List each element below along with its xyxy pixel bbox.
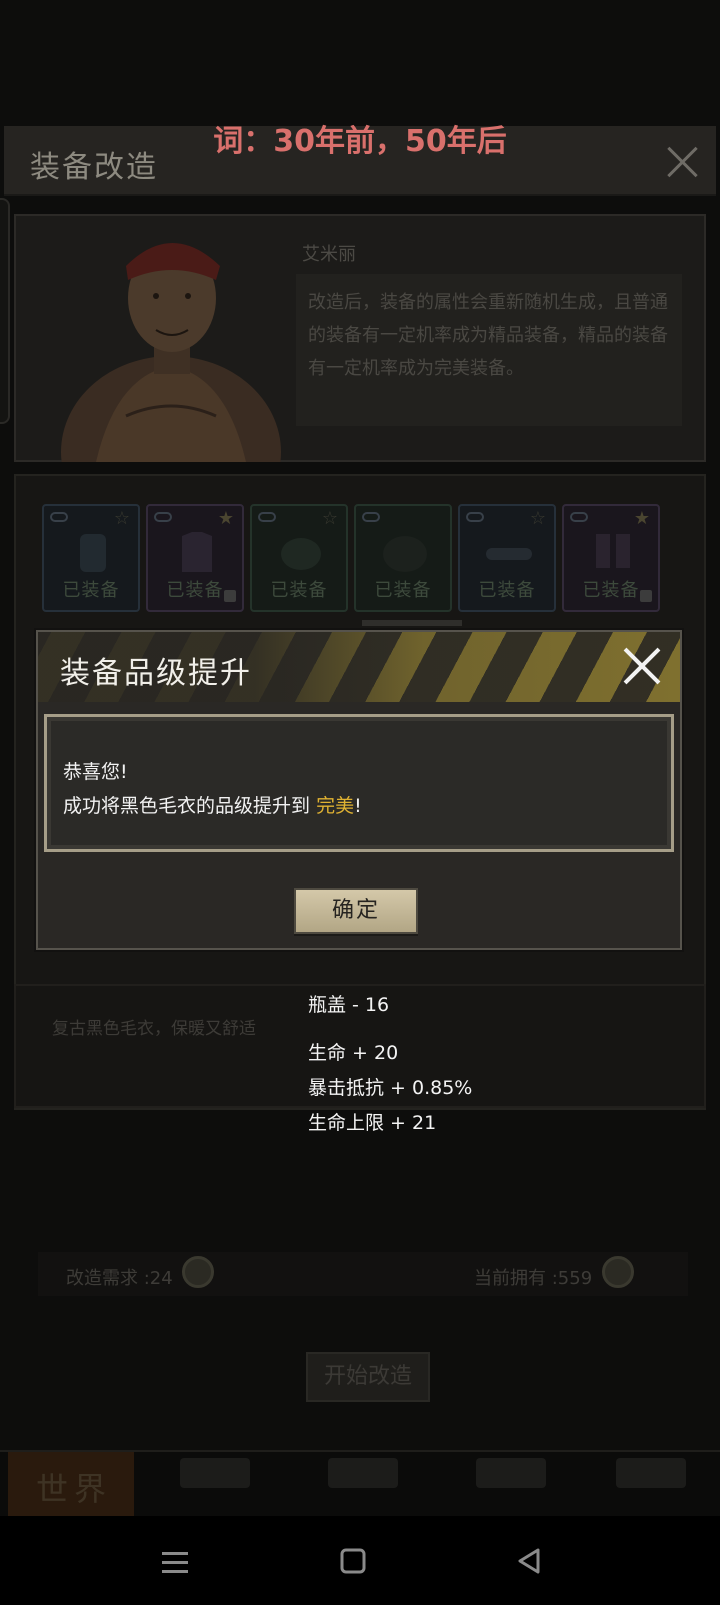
armor-icon — [383, 536, 427, 572]
tag-icon — [50, 512, 68, 522]
tag-icon — [258, 512, 276, 522]
star-icon: ☆ — [113, 508, 130, 529]
item-description: 复古黑色毛衣，保暖又舒适 — [52, 1019, 256, 1039]
bottom-nav: 世界 — [0, 1450, 720, 1518]
equipment-slot[interactable]: ☆ 已装备 — [42, 504, 140, 612]
bottle-cap-icon — [602, 1256, 634, 1288]
cost-required: 改造需求 :24 — [66, 1268, 173, 1289]
rank-up-dialog: 装备品级提升 恭喜您! 成功将黑色毛衣的品级提升到 完美! 确定 — [36, 630, 682, 950]
nav-world-label: 世界 — [36, 1470, 113, 1508]
tag-icon — [154, 512, 172, 522]
equipment-slot[interactable]: ★ 已装备 — [146, 504, 244, 612]
dialog-header: 装备品级提升 — [38, 632, 680, 702]
game-screen: 装备改造 艾米丽 改造后，装备的属性会重新随机生成，且普通的装备有一定机率成为精… — [0, 0, 720, 1605]
star-icon: ☆ — [529, 508, 546, 529]
back-icon[interactable] — [510, 1544, 550, 1580]
lock-icon — [640, 590, 652, 602]
tag-icon — [570, 512, 588, 522]
tag-icon — [466, 512, 484, 522]
npc-card: 艾米丽 改造后，装备的属性会重新随机生成，且普通的装备有一定机率成为精品装备，精… — [14, 214, 706, 462]
equipment-slot[interactable]: ☆ 已装备 — [250, 504, 348, 612]
cost-owned: 当前拥有 :559 — [474, 1268, 593, 1289]
confirm-button[interactable]: 确定 — [294, 888, 418, 934]
start-modify-button[interactable]: 开始改造 — [306, 1352, 430, 1402]
close-icon[interactable] — [622, 646, 662, 686]
backpack-icon[interactable] — [180, 1458, 250, 1488]
message-box: 恭喜您! 成功将黑色毛衣的品级提升到 完美! — [44, 714, 674, 852]
selected-slot-indicator — [362, 620, 462, 626]
anvil-icon[interactable] — [328, 1458, 398, 1488]
slot-status: 已装备 — [270, 580, 328, 601]
slot-status: 已装备 — [478, 580, 536, 601]
glove-icon — [80, 534, 106, 572]
rank-name: 完美 — [316, 795, 355, 817]
cart-icon[interactable] — [616, 1458, 686, 1488]
npc-description: 改造后，装备的属性会重新随机生成，且普通的装备有一定机率成为精品装备，精品的装备… — [296, 274, 682, 426]
npc-name: 艾米丽 — [302, 244, 356, 265]
star-icon: ★ — [217, 508, 234, 529]
stat-line: 瓶盖 - 16 — [308, 994, 390, 1016]
tag-icon — [362, 512, 380, 522]
slot-status: 已装备 — [374, 580, 432, 601]
lock-icon — [224, 590, 236, 602]
vest-icon — [182, 532, 212, 572]
equipment-slot[interactable]: ☆ 已装备 — [458, 504, 556, 612]
message-greeting: 恭喜您! — [63, 761, 128, 783]
belt-icon — [486, 548, 532, 560]
video-caption: 词：30年前，50年后 — [213, 124, 507, 159]
keyboard-icon[interactable] — [476, 1458, 546, 1488]
npc-portrait — [61, 243, 281, 462]
nav-world-tab[interactable]: 世界 — [8, 1452, 134, 1518]
dialog-title: 装备品级提升 — [60, 656, 252, 691]
cost-row: 改造需求 :24 当前拥有 :559 — [38, 1252, 688, 1296]
equipment-slot[interactable]: 已装备 — [354, 504, 452, 612]
stat-line: 暴击抵抗 + 0.85% — [308, 1077, 473, 1099]
equipment-slot[interactable]: ★ 已装备 — [562, 504, 660, 612]
menu-icon[interactable] — [156, 1544, 196, 1580]
message-prefix: 成功将黑色毛衣的品级提升到 — [63, 795, 311, 817]
boots-icon — [596, 534, 630, 568]
star-icon: ★ — [633, 508, 650, 529]
stat-line: 生命 + 20 — [308, 1042, 399, 1064]
helmet-icon — [281, 538, 321, 570]
side-drawer-tab[interactable] — [0, 198, 10, 424]
slot-status: 已装备 — [62, 580, 120, 601]
star-icon: ☆ — [321, 508, 338, 529]
message-body: 成功将黑色毛衣的品级提升到 完美! — [63, 791, 362, 818]
bottle-cap-icon — [182, 1256, 214, 1288]
stat-line: 生命上限 + 21 — [308, 1112, 437, 1134]
home-icon[interactable] — [334, 1544, 374, 1580]
message-suffix: ! — [354, 795, 362, 817]
system-nav-bar — [0, 1516, 720, 1605]
